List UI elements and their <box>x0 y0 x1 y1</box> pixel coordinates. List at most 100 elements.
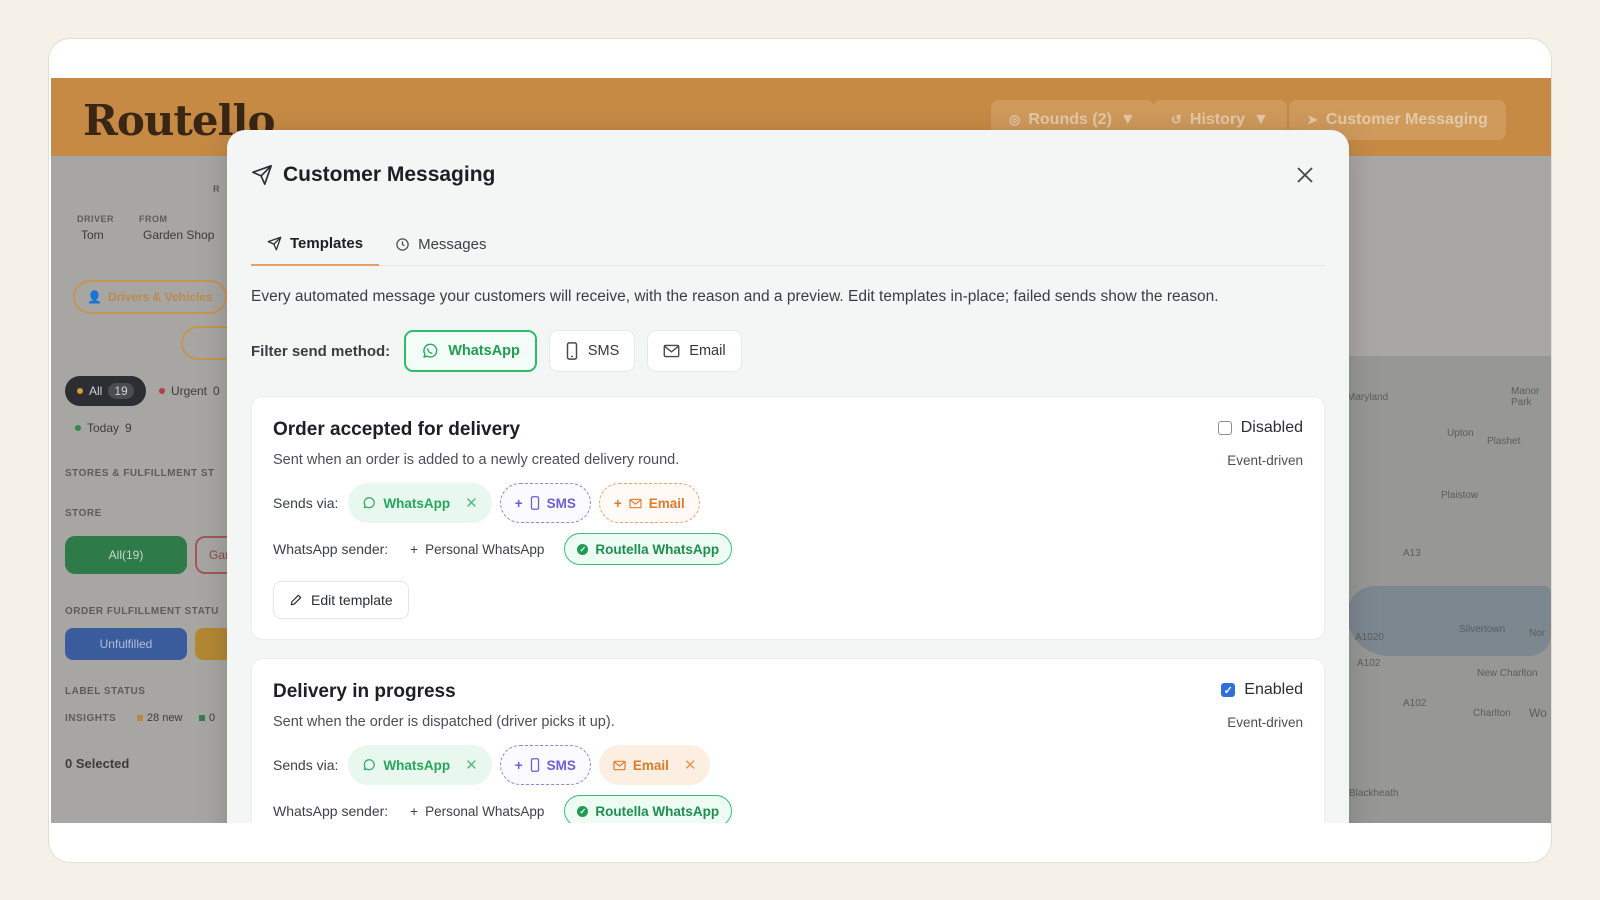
tab-templates[interactable]: Templates <box>251 222 380 266</box>
route-icon: ◎ <box>1009 112 1021 127</box>
filter-urgent-count: 0 <box>213 384 220 398</box>
whatsapp-icon <box>364 759 376 771</box>
browser-frame: Routello ◎ Rounds (2) ▼ ↺ History ▼ ➤ Cu… <box>48 38 1552 863</box>
map-label: Plaistow <box>1441 490 1479 501</box>
sender-routella-label: Routella WhatsApp <box>595 803 720 819</box>
map-label: Wo <box>1529 706 1547 720</box>
modal-tabs: Templates Messages <box>251 222 1325 266</box>
user-icon: 👤 <box>87 290 102 304</box>
check-circle-icon: ✓ <box>577 543 589 555</box>
template-card: Order accepted for delivery Sent when an… <box>251 396 1325 640</box>
driver-value: Tom <box>81 228 104 242</box>
sender-personal-option[interactable]: + Personal WhatsApp <box>398 795 556 823</box>
remove-icon[interactable]: ✕ <box>684 756 697 774</box>
map-label: Charlton <box>1473 708 1511 719</box>
map-label: New Charlton <box>1477 668 1538 679</box>
template-subtitle: Sent when the order is dispatched (drive… <box>273 714 615 730</box>
whatsapp-sender-label: WhatsApp sender: <box>273 803 389 819</box>
template-card: Delivery in progress Sent when the order… <box>251 658 1325 823</box>
checkbox-checked[interactable]: ✓ <box>1221 683 1236 697</box>
sender-routella-label: Routella WhatsApp <box>595 541 720 557</box>
channel-whatsapp-chip[interactable]: WhatsApp ✕ <box>348 745 492 785</box>
driver-label: DRIVER <box>77 214 115 224</box>
customer-messaging-button-label: Customer Messaging <box>1325 111 1488 128</box>
modal-title-text: Customer Messaging <box>283 163 496 186</box>
store-all-button[interactable]: All(19) <box>65 536 187 574</box>
template-enable-toggle[interactable]: Disabled <box>1217 419 1303 437</box>
drivers-vehicles-button[interactable]: 👤 Drivers & Vehicles <box>73 280 227 314</box>
template-trigger: Event-driven <box>1227 453 1303 468</box>
filter-all-count: 19 <box>108 383 134 399</box>
whatsapp-icon <box>364 497 376 509</box>
send-icon <box>267 236 282 250</box>
sender-personal-option[interactable]: + Personal WhatsApp <box>398 533 556 565</box>
map-label: A102 <box>1403 698 1427 709</box>
filter-whatsapp-button[interactable]: WhatsApp <box>404 330 537 372</box>
map-label: A102 <box>1357 658 1381 669</box>
channel-whatsapp-chip[interactable]: WhatsApp ✕ <box>348 483 492 523</box>
filter-urgent-label: Urgent <box>171 384 208 398</box>
close-button[interactable] <box>1295 166 1315 186</box>
add-sms-chip[interactable]: + SMS <box>499 483 591 523</box>
channel-whatsapp-label: WhatsApp <box>383 495 451 511</box>
filter-today-pill[interactable]: Today 9 <box>63 413 144 443</box>
filter-email-button[interactable]: Email <box>647 330 742 372</box>
filter-today-label: Today <box>87 421 120 435</box>
close-icon <box>1297 167 1313 183</box>
unfulfilled-button[interactable]: Unfulfilled <box>65 628 187 660</box>
filter-all-label: All <box>89 384 103 398</box>
clock-icon <box>396 237 409 251</box>
store-all-label: All(19) <box>108 548 144 562</box>
filter-all-pill[interactable]: All 19 <box>65 376 146 406</box>
template-enable-toggle[interactable]: ✓ Enabled <box>1221 681 1303 699</box>
whatsapp-sender-row: WhatsApp sender: + Personal WhatsApp ✓ R… <box>273 533 733 565</box>
filter-sms-label: SMS <box>587 343 620 359</box>
plus-icon: + <box>514 757 523 773</box>
app-screen: Routello ◎ Rounds (2) ▼ ↺ History ▼ ➤ Cu… <box>51 78 1551 823</box>
add-email-chip[interactable]: + Email <box>598 483 700 523</box>
filter-today-count: 9 <box>125 421 132 435</box>
sends-via-row: Sends via: WhatsApp ✕ + SMS + Email <box>273 483 700 523</box>
square-icon <box>137 715 143 721</box>
dot-icon <box>77 388 83 394</box>
edit-template-label: Edit template <box>311 592 393 608</box>
remove-icon[interactable]: ✕ <box>465 494 478 512</box>
selected-count: 0 Selected <box>65 756 130 771</box>
edit-template-button[interactable]: Edit template <box>273 581 409 619</box>
plus-icon: + <box>514 495 523 511</box>
add-sms-chip[interactable]: + SMS <box>499 745 591 785</box>
phone-icon <box>530 758 539 772</box>
channel-email-label: Email <box>632 757 669 773</box>
square-icon <box>199 715 205 721</box>
map-label: Nor <box>1529 628 1546 639</box>
templates-description: Every automated message your customers w… <box>251 288 1219 305</box>
map-label: A13 <box>1403 548 1421 559</box>
sender-routella-option[interactable]: ✓ Routella WhatsApp <box>564 533 733 565</box>
plus-icon: + <box>410 541 419 557</box>
caret-down-icon: ▼ <box>1253 111 1269 128</box>
filter-urgent-pill[interactable]: Urgent 0 <box>147 376 232 406</box>
dot-icon <box>159 388 165 394</box>
channel-email-chip[interactable]: Email ✕ <box>598 745 711 785</box>
label-status-heading: LABEL STATUS <box>65 686 146 697</box>
history-button-label: History <box>1189 111 1246 128</box>
phone-icon <box>530 496 539 510</box>
template-title: Delivery in progress <box>273 681 456 702</box>
modal-title: Customer Messaging <box>251 163 495 187</box>
checkbox[interactable] <box>1217 421 1232 435</box>
whatsapp-sender-label: WhatsApp sender: <box>273 541 389 557</box>
store-label: STORE <box>65 508 102 519</box>
map[interactable]: Maryland Manor Park Upton Plashet Plaist… <box>1347 356 1551 823</box>
add-sms-label: SMS <box>546 757 576 773</box>
phone-icon <box>566 342 578 360</box>
add-email-label: Email <box>648 495 685 511</box>
history-icon: ↺ <box>1171 112 1182 127</box>
template-status-label: Disabled <box>1240 419 1303 436</box>
remove-icon[interactable]: ✕ <box>465 756 478 774</box>
from-value: Garden Shop <box>143 228 215 242</box>
sender-routella-option[interactable]: ✓ Routella WhatsApp <box>564 795 733 823</box>
template-subtitle: Sent when an order is added to a newly c… <box>273 452 680 468</box>
filter-sms-button[interactable]: SMS <box>548 330 636 372</box>
customer-messaging-modal: Customer Messaging Templates Messages Ev… <box>227 130 1349 823</box>
tab-messages[interactable]: Messages <box>379 222 502 266</box>
